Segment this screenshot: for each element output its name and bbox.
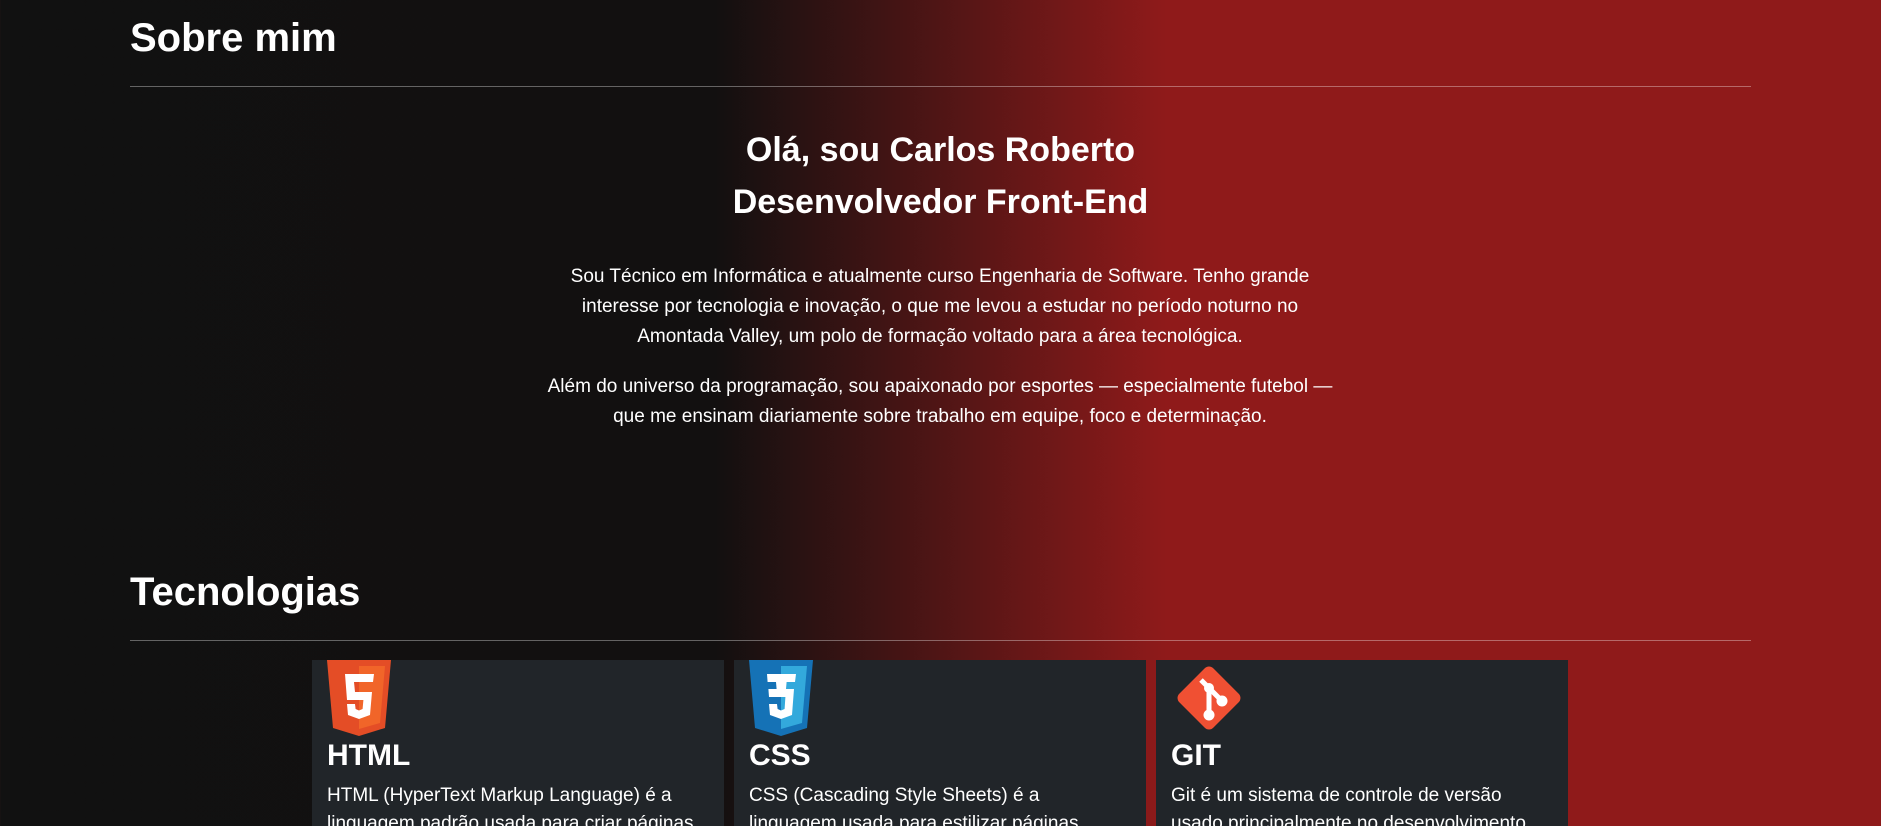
- tech-card-css-text: CSS (Cascading Style Sheets) é a linguag…: [749, 785, 1079, 826]
- tech-card-git-text: Git é um sistema de controle de versão u…: [1171, 785, 1526, 826]
- tech-card-css-title: CSS: [749, 739, 811, 772]
- tech-card-html: HTML HTML (HyperText Markup Language) é …: [312, 660, 724, 826]
- technologies-divider: [130, 640, 1751, 641]
- tech-card-css: CSS CSS (Cascading Style Sheets) é a lin…: [734, 660, 1146, 826]
- about-section-title: Sobre mim: [130, 16, 337, 60]
- tech-card-html-text: HTML (HyperText Markup Language) é a lin…: [327, 785, 694, 826]
- tech-card-git: GIT Git é um sistema de controle de vers…: [1156, 660, 1568, 826]
- about-paragraph-1: Sou Técnico em Informática e atualmente …: [570, 266, 1310, 347]
- about-paragraph-2: Além do universo da programação, sou apa…: [547, 376, 1333, 427]
- about-title-wrapper: Sobre mim: [130, 16, 1751, 61]
- about-greeting: Olá, sou Carlos Roberto: [745, 131, 1136, 169]
- technologies-section-title: Tecnologias: [130, 570, 361, 614]
- tech-card-git-title: GIT: [1171, 739, 1221, 772]
- html5-logo-icon: [327, 660, 391, 736]
- about-divider: [130, 86, 1751, 87]
- git-logo-icon: [1177, 666, 1241, 730]
- tech-card-html-title: HTML: [327, 739, 411, 772]
- about-role: Desenvolvedor Front-End: [732, 183, 1149, 221]
- technologies-title-wrapper: Tecnologias: [130, 570, 1751, 615]
- css3-logo-icon: [749, 660, 813, 736]
